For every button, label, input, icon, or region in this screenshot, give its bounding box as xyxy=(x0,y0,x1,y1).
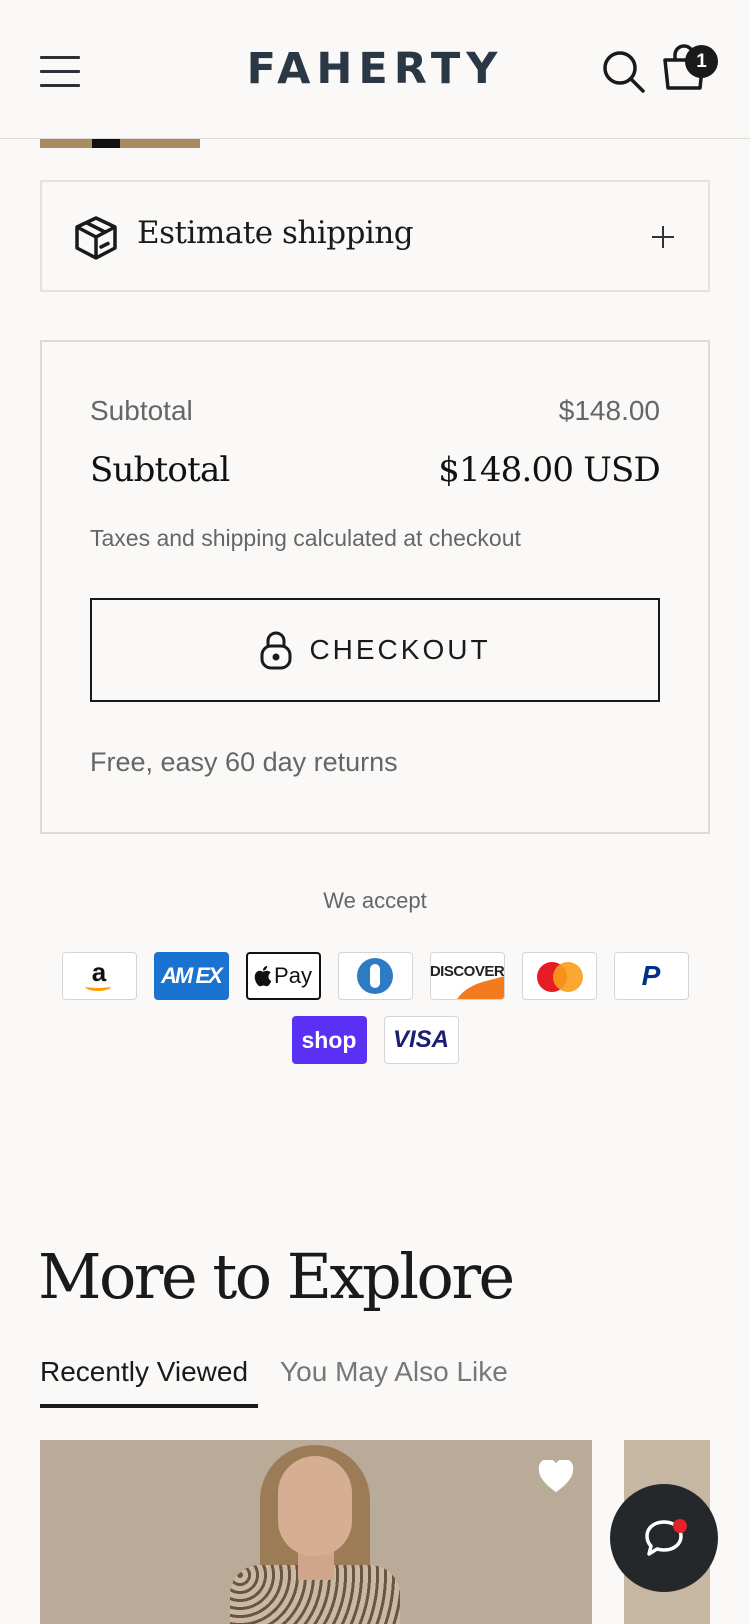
subtotal-label: Subtotal xyxy=(90,395,193,426)
paypal-icon: P xyxy=(613,952,689,1000)
visa-icon: VISA xyxy=(383,1016,459,1064)
returns-note: Free, easy 60 day returns xyxy=(90,747,398,777)
total-label: Subtotal xyxy=(90,450,230,490)
payment-icons-row-2: shop VISA xyxy=(0,1016,750,1064)
more-to-explore-title: More to Explore xyxy=(38,1240,515,1313)
search-icon[interactable] xyxy=(602,50,646,94)
chat-button[interactable] xyxy=(610,1484,718,1592)
product-card-image[interactable] xyxy=(40,1440,592,1624)
cart-item-thumbnail xyxy=(40,139,200,148)
amex-icon: AM EX xyxy=(153,952,229,1000)
lock-icon xyxy=(260,631,292,670)
chat-notification-dot xyxy=(673,1519,687,1533)
checkout-button[interactable]: CHECKOUT xyxy=(90,598,660,702)
tab-you-may-also-like[interactable]: You May Also Like xyxy=(280,1356,508,1408)
subtotal-value: $148.00 xyxy=(558,395,660,426)
mastercard-icon xyxy=(521,952,597,1000)
subtotal-row: Subtotal $148.00 xyxy=(90,395,660,427)
site-header: FAHERTY 1 xyxy=(0,0,750,139)
discover-icon: DISCOVER xyxy=(429,952,505,1000)
estimate-shipping-label: Estimate shipping xyxy=(137,215,414,251)
expand-plus-icon[interactable] xyxy=(652,226,674,248)
order-summary: Subtotal $148.00 Subtotal $148.00 USD Ta… xyxy=(40,340,710,834)
total-row: Subtotal $148.00 USD xyxy=(90,450,661,490)
tab-recently-viewed[interactable]: Recently Viewed xyxy=(40,1356,259,1408)
taxes-note: Taxes and shipping calculated at checkou… xyxy=(90,525,521,551)
amazon-pay-icon: a xyxy=(61,952,137,1000)
explore-tabs: Recently Viewed You May Also Like xyxy=(40,1356,508,1408)
shop-pay-icon: shop xyxy=(291,1016,367,1064)
diners-club-icon xyxy=(337,952,413,1000)
payment-icons-row: a AM EX Pay DISCOVER P xyxy=(0,952,750,1000)
estimate-shipping-accordion[interactable]: Estimate shipping xyxy=(40,180,710,292)
we-accept-heading: We accept xyxy=(323,888,427,913)
cart-count-badge: 1 xyxy=(685,45,718,78)
package-icon xyxy=(75,216,117,260)
apple-pay-icon: Pay xyxy=(245,952,321,1000)
heart-icon[interactable] xyxy=(538,1460,574,1494)
checkout-label: CHECKOUT xyxy=(309,634,491,665)
total-value: $148.00 USD xyxy=(438,450,661,490)
